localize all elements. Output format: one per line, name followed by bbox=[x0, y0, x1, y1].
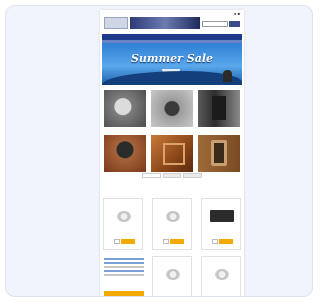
chat-link[interactable] bbox=[102, 251, 146, 255]
category-row-2 bbox=[104, 135, 240, 172]
product-image[interactable] bbox=[210, 210, 234, 222]
category-tile-accessories[interactable] bbox=[151, 135, 193, 172]
tab[interactable] bbox=[183, 173, 203, 178]
product-card[interactable] bbox=[152, 256, 192, 296]
category-tile-amplifier[interactable] bbox=[198, 90, 240, 127]
category-tile-loudspeakers[interactable] bbox=[198, 135, 240, 172]
product-name[interactable] bbox=[204, 259, 240, 265]
category-tile-headphones[interactable] bbox=[104, 135, 146, 172]
quantity-field[interactable] bbox=[212, 239, 218, 244]
info-line bbox=[104, 266, 144, 268]
site-logo[interactable] bbox=[104, 17, 128, 29]
info-line bbox=[104, 262, 144, 264]
product-image[interactable] bbox=[166, 269, 180, 280]
product-card[interactable] bbox=[201, 256, 241, 296]
add-to-cart-button[interactable] bbox=[121, 239, 135, 244]
product-name[interactable] bbox=[106, 201, 142, 207]
header-banner[interactable] bbox=[130, 17, 200, 29]
info-button[interactable] bbox=[104, 291, 144, 296]
product-name[interactable] bbox=[155, 201, 191, 207]
product-image[interactable] bbox=[215, 269, 229, 280]
user-icon[interactable]: ● bbox=[234, 11, 236, 16]
top-links[interactable] bbox=[104, 11, 224, 15]
product-card[interactable] bbox=[201, 198, 241, 250]
person-graphic bbox=[223, 70, 232, 82]
header: ● ■ bbox=[102, 11, 242, 31]
search-input[interactable] bbox=[202, 21, 228, 27]
browser-preview-card: ● ■ Summer Sale bbox=[5, 5, 313, 297]
product-card[interactable] bbox=[103, 198, 143, 250]
webpage-screenshot: ● ■ Summer Sale bbox=[100, 10, 244, 296]
hero-title: Summer Sale bbox=[130, 52, 214, 65]
info-line bbox=[104, 258, 144, 260]
add-to-cart-button[interactable] bbox=[170, 239, 184, 244]
hero-banner[interactable]: Summer Sale bbox=[102, 43, 242, 85]
add-to-cart-button[interactable] bbox=[219, 239, 233, 244]
category-row-1 bbox=[104, 90, 240, 127]
wave-graphic bbox=[102, 71, 242, 85]
cart-icon[interactable]: ■ bbox=[238, 11, 240, 16]
tab[interactable] bbox=[142, 173, 161, 178]
tab[interactable] bbox=[162, 173, 182, 178]
product-card[interactable] bbox=[152, 198, 192, 250]
info-panel bbox=[102, 256, 146, 296]
product-name[interactable] bbox=[155, 259, 191, 265]
info-line bbox=[104, 274, 144, 276]
product-name[interactable] bbox=[204, 201, 240, 207]
products-section-title bbox=[110, 168, 234, 172]
quantity-field[interactable] bbox=[114, 239, 120, 244]
info-line bbox=[104, 270, 144, 272]
category-tile-speaker[interactable] bbox=[151, 90, 193, 127]
product-image[interactable] bbox=[166, 211, 180, 222]
category-tile-turntable[interactable] bbox=[104, 90, 146, 127]
product-image[interactable] bbox=[117, 211, 131, 222]
header-icons[interactable]: ● ■ bbox=[234, 11, 240, 16]
search-button[interactable] bbox=[229, 21, 240, 27]
product-tabs bbox=[142, 173, 203, 178]
quantity-field[interactable] bbox=[163, 239, 169, 244]
